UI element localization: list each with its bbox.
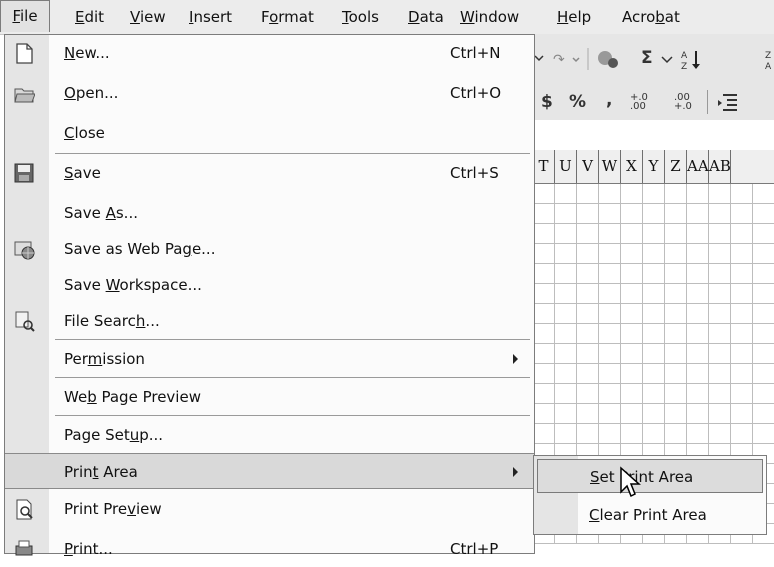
submenu-item-clear-print-area[interactable]: Clear Print Area [537,498,763,532]
column-header-z[interactable]: Z [665,150,687,183]
menu-item-label: New... [64,44,110,62]
menu-item-label: Save as Web Page... [64,240,216,258]
column-header-y[interactable]: Y [643,150,665,183]
menu-item-print-area[interactable]: Print Area [5,453,534,489]
column-header-w[interactable]: W [599,150,621,183]
menu-item-web-page-preview[interactable]: Web Page Preview [5,379,534,415]
menu-separator [55,377,530,378]
menu-separator [55,339,530,340]
menu-insert[interactable]: Insert [189,8,232,26]
menu-item-save-workspace[interactable]: Save Workspace... [5,267,534,303]
menu-file[interactable]: File [0,0,50,32]
print-area-submenu: Set Print Area Clear Print Area [533,455,767,535]
svg-text:Z: Z [765,51,771,61]
submenu-item-label: Set Print Area [590,468,694,486]
menu-item-label: Save Workspace... [64,276,202,294]
menu-item-file-search[interactable]: File Search... [5,303,534,339]
menu-item-label: Permission [64,350,145,368]
menu-item-save[interactable]: Save Ctrl+S [5,155,534,191]
menu-item-label: Open... [64,84,119,102]
print-icon [15,540,33,556]
menu-item-page-setup[interactable]: Page Setup... [5,417,534,453]
menu-item-label: Print Preview [64,500,162,518]
autosum-dropdown-icon[interactable] [661,56,673,64]
new-document-icon [16,43,33,64]
menu-item-label: File Search... [64,312,160,330]
submenu-item-set-print-area[interactable]: Set Print Area [537,459,763,493]
shortcut-label: Ctrl+N [450,44,501,62]
menu-item-close[interactable]: Close [5,115,534,151]
formatting-toolbar: $ % , +.0 .00 .00 +.0 [533,84,774,121]
sort-ascending-icon[interactable]: A Z [681,48,711,72]
column-header-row: T U V W X Y Z AA AB [533,150,774,184]
menu-item-print-preview[interactable]: Print Preview [5,491,534,527]
column-header-x[interactable]: X [621,150,643,183]
open-folder-icon [14,88,35,103]
menu-item-label: Print... [64,540,113,558]
submenu-arrow-icon [513,467,518,477]
svg-text:Z: Z [681,62,687,72]
submenu-arrow-icon [513,354,518,364]
menu-edit[interactable]: Edit [75,8,104,26]
mouse-cursor-icon [620,466,641,498]
menu-acrobat[interactable]: Acrobat [622,8,680,26]
currency-button[interactable]: $ [541,92,553,112]
submenu-item-label: Clear Print Area [589,506,707,524]
menu-window[interactable]: Window [460,8,519,26]
formula-bar[interactable] [533,120,774,151]
column-header-v[interactable]: V [577,150,599,183]
menu-item-permission[interactable]: Permission [5,341,534,377]
menu-view[interactable]: View [130,8,166,26]
toolbar-divider [707,90,708,114]
web-page-icon [14,241,35,260]
menu-item-save-as-web-page[interactable]: Save as Web Page... [5,231,534,267]
menu-bar: File Edit View Insert Format Tools Data … [0,0,774,35]
menu-item-label: Web Page Preview [64,388,201,406]
sort-descending-icon[interactable]: Z A [765,48,774,70]
menu-separator [55,153,530,154]
menu-format[interactable]: Format [261,8,314,26]
toolbar-icons: ↷ [534,48,618,70]
menu-data[interactable]: Data [408,8,444,26]
menu-item-label: Page Setup... [64,426,164,444]
save-disk-icon [14,163,34,183]
file-search-icon [15,311,35,332]
file-menu: New... Ctrl+N Open... Ctrl+O Close Save Ctrl+S… [4,34,535,558]
menu-item-save-as[interactable]: Save As... [5,195,534,231]
print-preview-icon [16,499,33,520]
menu-item-open[interactable]: Open... Ctrl+O [5,75,534,111]
menu-item-print[interactable]: Print... Ctrl+P [5,531,534,567]
shortcut-label: Ctrl+O [450,84,502,102]
column-header-t[interactable]: T [533,150,555,183]
menu-separator [55,415,530,416]
shortcut-label: Ctrl+P [450,540,499,558]
increase-decimal-button[interactable]: +.0 .00 [630,93,658,112]
menu-tools[interactable]: Tools [342,8,379,26]
menu-item-new[interactable]: New... Ctrl+N [5,35,534,71]
menu-item-label: Close [64,124,105,142]
svg-text:A: A [765,62,772,70]
shortcut-label: Ctrl+S [450,164,499,182]
percent-button[interactable]: % [569,92,586,112]
svg-text:A: A [681,51,688,61]
column-header-u[interactable]: U [555,150,577,183]
decrease-indent-icon[interactable] [717,92,739,112]
column-header-aa[interactable]: AA [687,150,709,183]
comma-style-button[interactable]: , [606,90,612,110]
menu-help[interactable]: Help [557,8,591,26]
menu-item-label: Save As... [64,204,138,222]
svg-text:↷: ↷ [553,52,565,68]
autosum-icon[interactable]: Σ [641,48,653,68]
menu-item-label: Print Area [64,463,138,481]
standard-toolbar: ↷ Σ A Z Z A [533,34,774,84]
decrease-decimal-button[interactable]: .00 +.0 [674,93,702,112]
menu-item-label: Save [64,164,101,182]
column-header-ab[interactable]: AB [709,150,731,183]
